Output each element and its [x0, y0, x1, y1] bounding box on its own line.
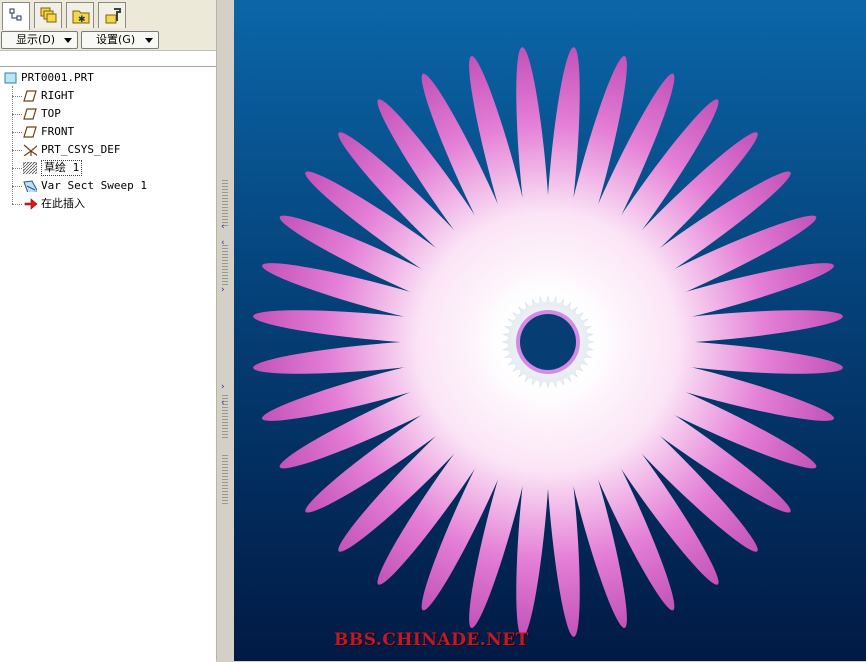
show-menu-button[interactable]: 显示(D): [1, 31, 78, 49]
chevron-right-icon[interactable]: ›: [221, 285, 225, 295]
tree-connector: [12, 132, 22, 133]
splitter-grip: [222, 180, 228, 228]
flower-center-hole: [520, 314, 576, 370]
coordinate-system-icon: [23, 144, 37, 156]
layers-icon: [40, 7, 57, 23]
tree-item-label: RIGHT: [41, 89, 75, 102]
chevron-left-icon[interactable]: ‹: [221, 222, 225, 232]
tree-connector: [12, 204, 22, 205]
datum-plane-icon: [23, 126, 37, 138]
splitter-grip: [222, 455, 228, 505]
tree-connector: [12, 96, 22, 97]
tree-item-label: TOP: [41, 107, 61, 120]
chevron-left-icon[interactable]: ‹: [221, 238, 225, 248]
tab-favorites[interactable]: ✱: [66, 2, 94, 28]
tree-item-label: 在此插入: [41, 197, 85, 210]
model-tree-panel: ✱ 显示(D) 设置(G) PRT0001.PRT RIGHT TOP FRON…: [0, 0, 218, 662]
sketch-icon: [23, 162, 37, 174]
navigator-tabs: ✱: [0, 0, 218, 30]
show-menu-label: 显示(D): [16, 33, 56, 46]
tree-item-label: PRT_CSYS_DEF: [41, 143, 121, 156]
tools-icon: [105, 8, 121, 24]
tab-folder-browser[interactable]: [34, 2, 62, 28]
flower-model: [253, 47, 843, 637]
tree-toolbar: 显示(D) 设置(G): [0, 30, 218, 50]
chevron-down-icon: [145, 38, 153, 43]
tree-item-label: FRONT: [41, 125, 75, 138]
settings-menu-button[interactable]: 设置(G): [81, 31, 159, 49]
insert-here-arrow-icon: [24, 198, 38, 210]
tree-item-label: Var Sect Sweep 1: [41, 179, 147, 192]
chevron-down-icon: [64, 38, 72, 43]
splitter-grip: [222, 245, 228, 285]
settings-menu-label: 设置(G): [96, 33, 136, 46]
datum-plane-icon: [23, 108, 37, 120]
tree-connector: [12, 114, 22, 115]
datum-plane-icon: [23, 90, 37, 102]
tab-connections[interactable]: [98, 2, 126, 28]
chevron-right-icon[interactable]: ›: [221, 382, 225, 392]
tree-connector: [12, 168, 22, 169]
part-cube-icon: [4, 72, 17, 84]
svg-text:✱: ✱: [78, 15, 86, 25]
tree-column-header: [0, 50, 216, 67]
tree-root-label: PRT0001.PRT: [21, 71, 94, 84]
sweep-icon: [23, 180, 37, 192]
panel-splitter[interactable]: ‹ ‹ › › ‹: [216, 0, 235, 661]
tree-connector: [12, 150, 22, 151]
chevron-left-icon[interactable]: ‹: [221, 398, 225, 408]
graphics-viewport[interactable]: BBS.CHINADE.NET: [234, 0, 866, 661]
tree-item-label: 草绘 1: [41, 160, 83, 176]
folder-star-icon: ✱: [72, 10, 90, 25]
tab-model-tree[interactable]: [2, 2, 30, 30]
tree-icon: [9, 8, 22, 21]
tree-connector: [12, 186, 22, 187]
watermark-text: BBS.CHINADE.NET: [334, 630, 529, 650]
